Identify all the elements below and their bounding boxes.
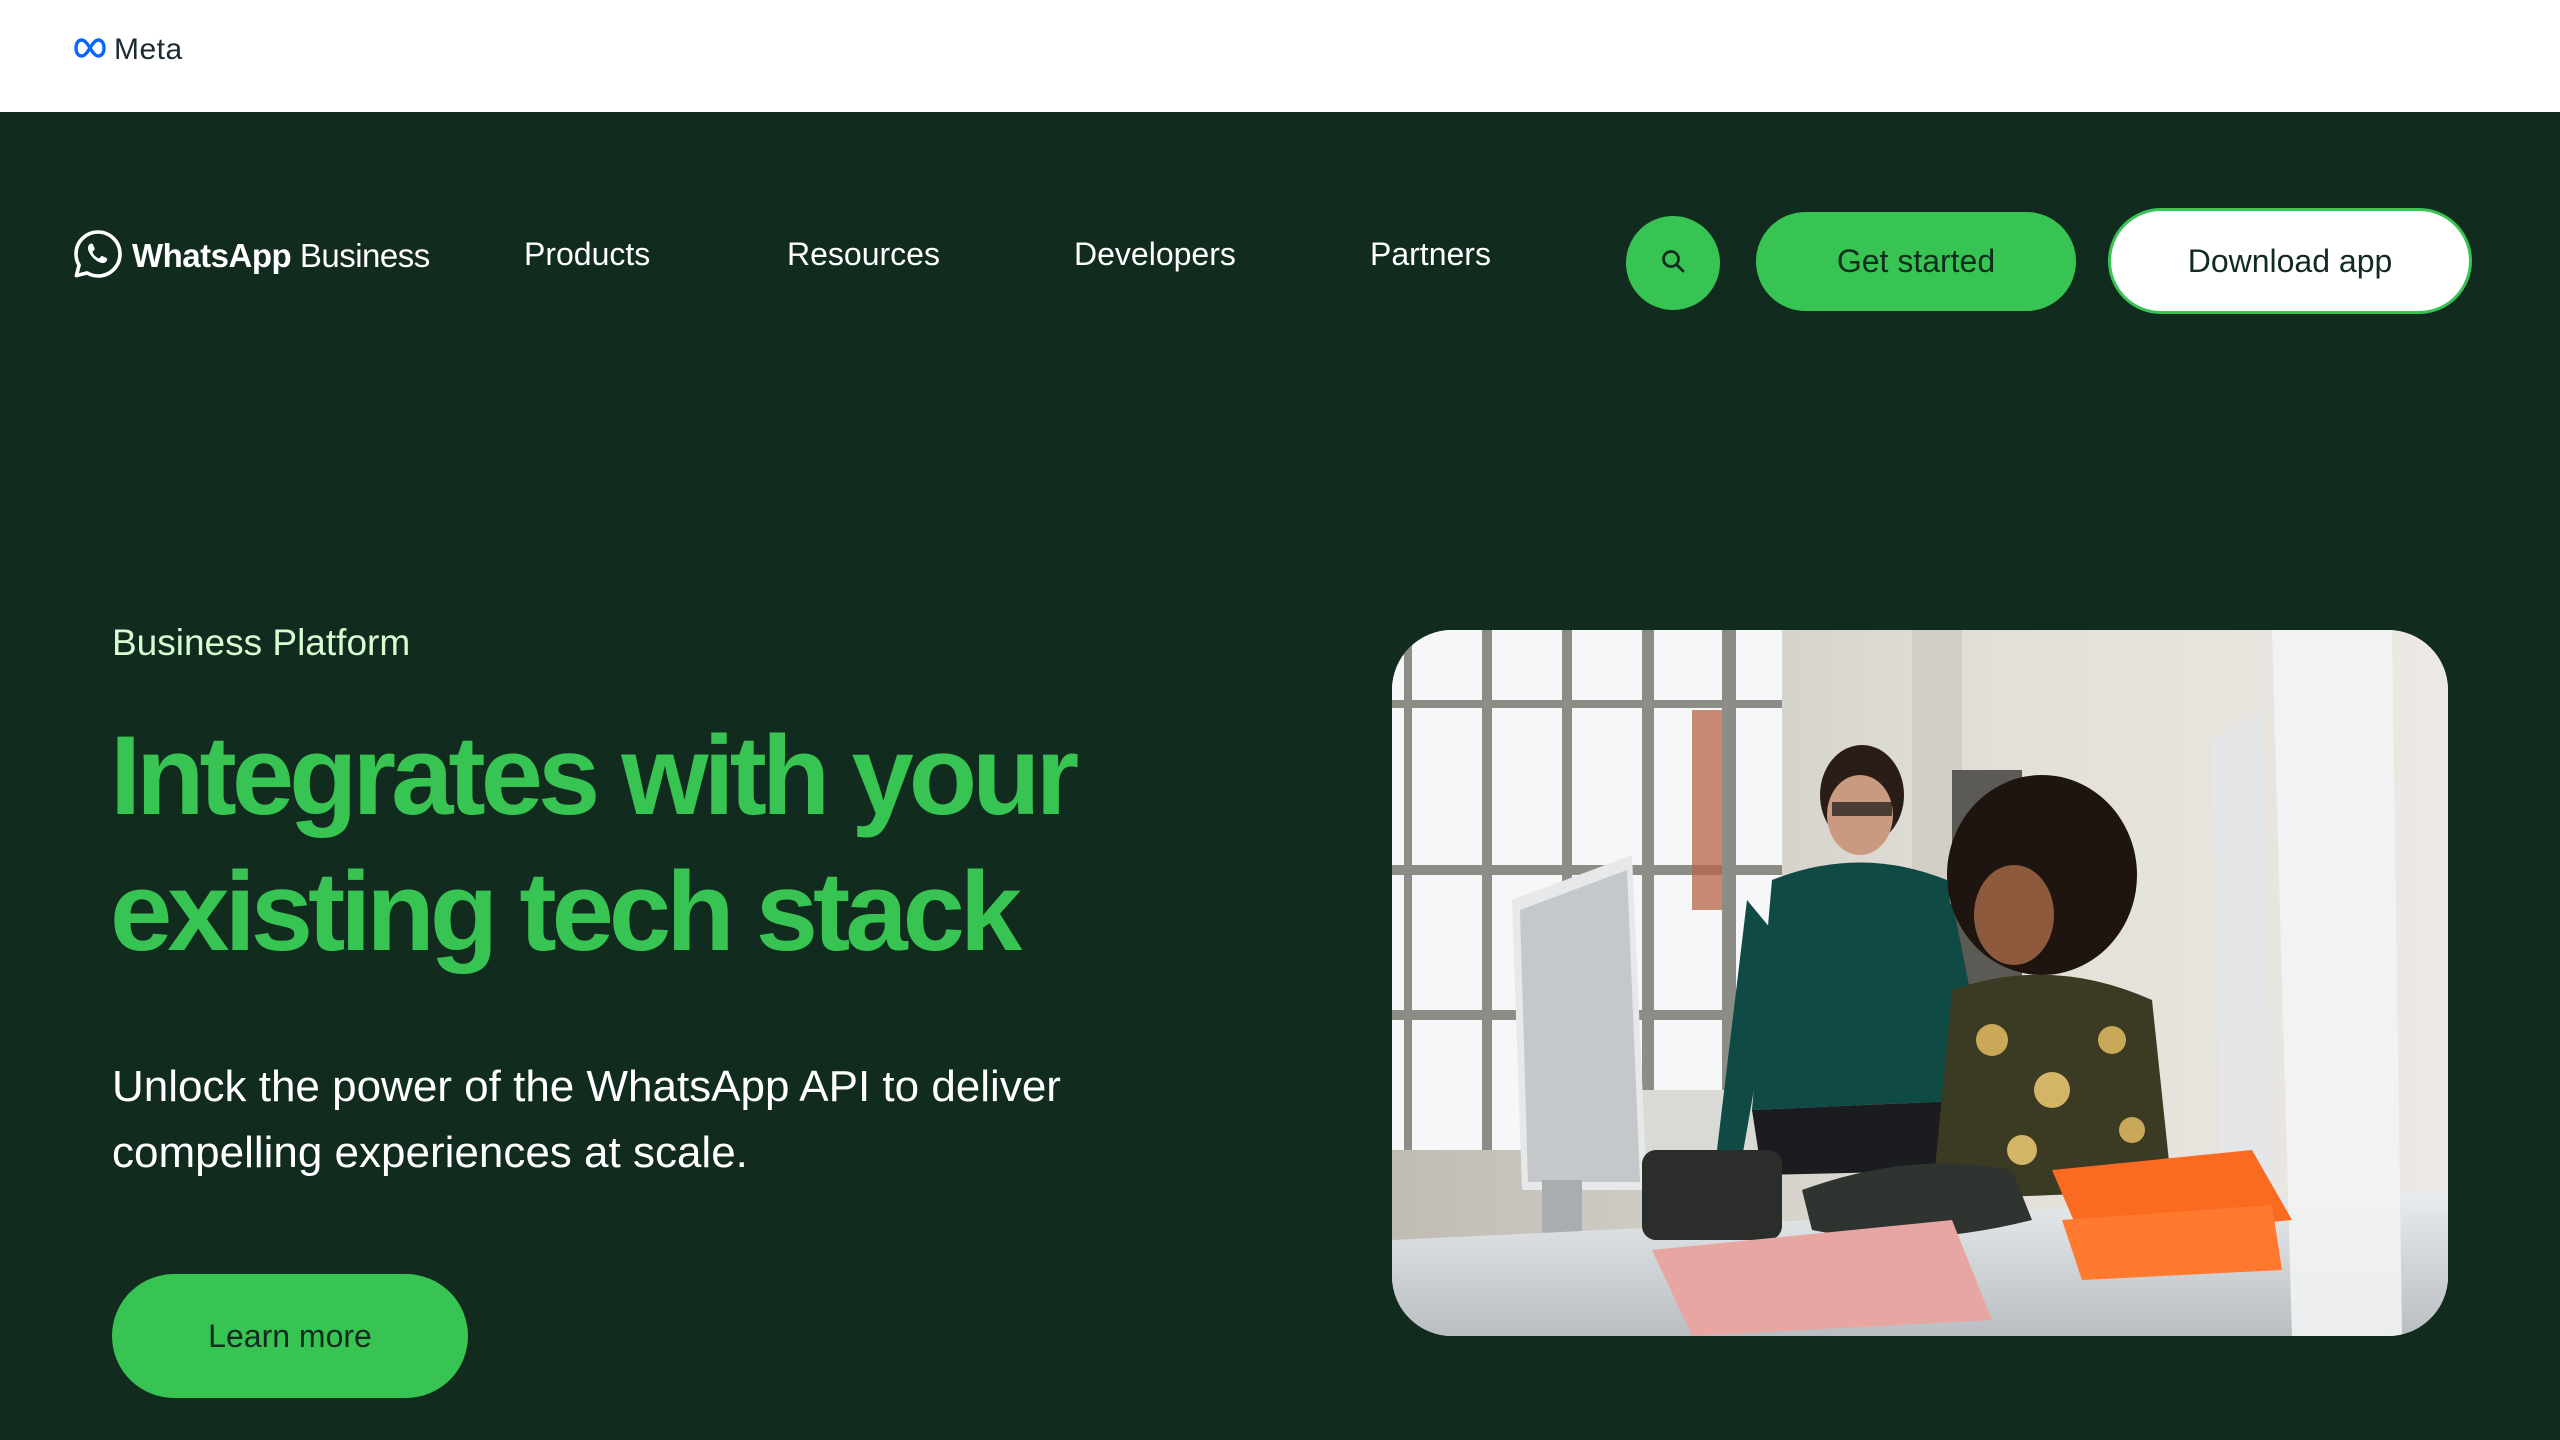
hero-headline: Integrates with your existing tech stack	[110, 708, 1310, 980]
hero-subhead: Unlock the power of the WhatsApp API to …	[112, 1054, 1172, 1186]
hero-office-photo	[1392, 630, 2448, 1336]
download-app-button[interactable]: Download app	[2108, 208, 2472, 314]
meta-logo[interactable]: Meta	[72, 33, 183, 66]
hero-headline-line-1: Integrates with your	[110, 713, 1079, 838]
hero-eyebrow: Business Platform	[112, 622, 411, 663]
whatsapp-business-wordmark: WhatsApp Business	[132, 237, 430, 275]
meta-infinity-icon	[72, 36, 108, 65]
nav-products[interactable]: Products	[524, 236, 650, 273]
meta-header: Meta	[0, 0, 2560, 112]
nav-partners[interactable]: Partners	[1370, 236, 1491, 273]
search-button[interactable]	[1626, 216, 1720, 310]
whatsapp-business-logo[interactable]: WhatsApp Business	[72, 228, 430, 284]
nav-developers[interactable]: Developers	[1074, 236, 1236, 273]
hero-subhead-line-1: Unlock the power of the WhatsApp API to …	[112, 1062, 1061, 1111]
search-icon	[1659, 247, 1687, 280]
learn-more-button[interactable]: Learn more	[112, 1274, 468, 1398]
hero-headline-line-2: existing tech stack	[110, 849, 1022, 974]
whatsapp-phone-bubble-icon	[72, 228, 124, 285]
get-started-button[interactable]: Get started	[1756, 212, 2076, 311]
nav-resources[interactable]: Resources	[787, 236, 940, 273]
hero-subhead-line-2: compelling experiences at scale.	[112, 1128, 748, 1177]
brand-light: Business	[291, 237, 430, 274]
meta-logo-text: Meta	[114, 33, 183, 66]
brand-bold: WhatsApp	[132, 237, 292, 274]
